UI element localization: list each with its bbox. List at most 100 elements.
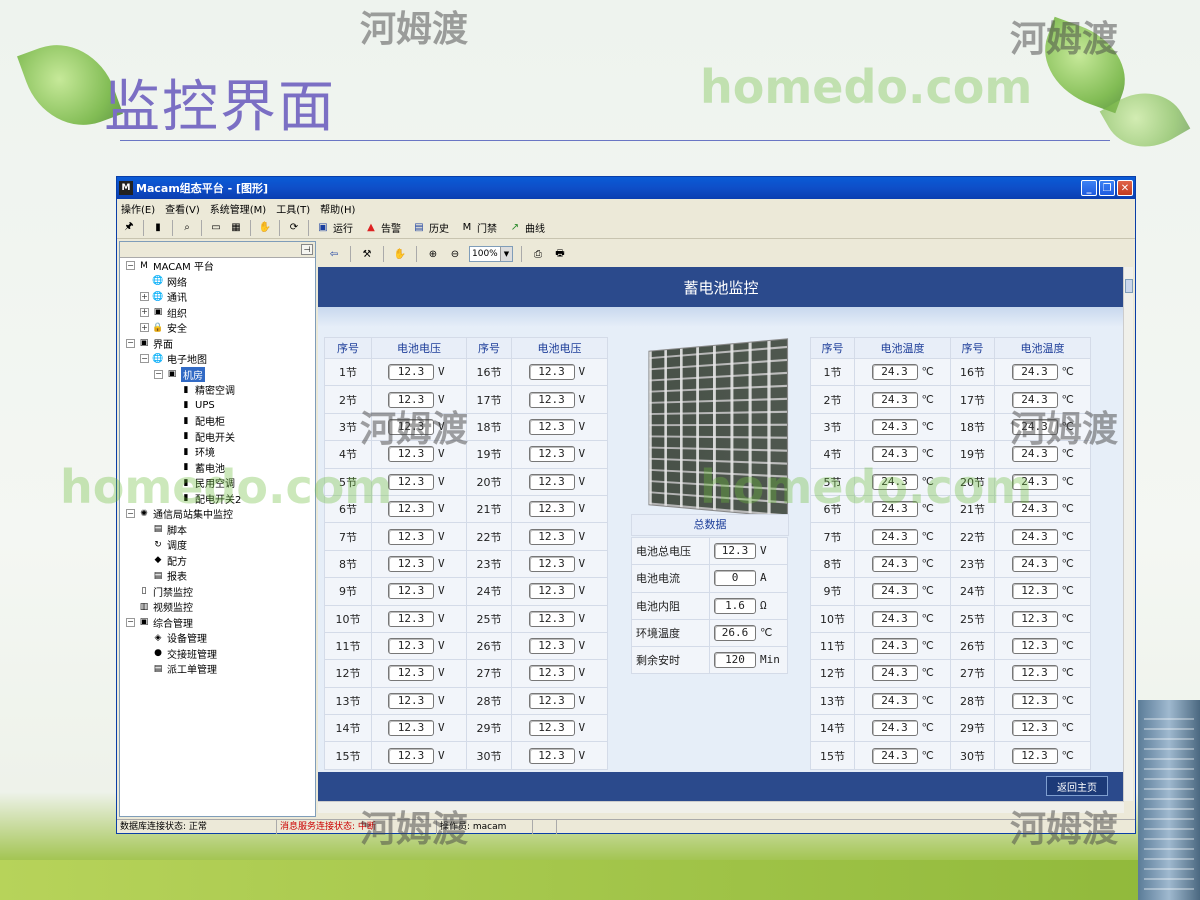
tree-item[interactable]: ◈ 设备管理 [120, 630, 315, 646]
pan-hand-icon[interactable]: ✋ [392, 246, 408, 262]
close-button[interactable]: ✕ [1117, 180, 1133, 196]
tree-item[interactable]: − ▣ 机房 [120, 366, 315, 383]
tree-item[interactable]: − 🌐 电子地图 [120, 351, 315, 367]
history-button[interactable]: ▤ 历史 [411, 220, 449, 236]
tree-expander-icon[interactable]: − [154, 369, 163, 379]
tree-item[interactable]: − ▣ 综合管理 [120, 615, 315, 631]
tree-expander-icon [168, 385, 177, 394]
tree-node-icon: M [140, 260, 148, 271]
tree-expander-icon[interactable]: + [140, 307, 149, 317]
value-display: 24.3 [871, 418, 918, 435]
tree-expander-icon[interactable]: + [140, 292, 149, 302]
menu-operate[interactable]: 操作(E) [121, 201, 155, 216]
back-arrow-icon[interactable]: ⇦ [326, 246, 342, 262]
cell-value: 12.3 ℃ [994, 577, 1091, 606]
tree-expander-icon[interactable]: − [126, 617, 135, 627]
cell-number: 9节 [810, 577, 855, 606]
tree-expander-icon[interactable]: + [140, 323, 149, 333]
tree-item[interactable]: + ▣ 组织 [120, 305, 315, 321]
tools-icon[interactable]: ⚒ [359, 246, 375, 262]
tree-item[interactable]: − M MACAM 平台 [120, 258, 315, 274]
tree-node-icon: ▮ [183, 462, 189, 473]
search-icon[interactable]: ⌕ [179, 220, 195, 236]
tree-item[interactable]: ◆ 配方 [120, 553, 315, 569]
window-icon[interactable]: ▭ [208, 220, 224, 236]
unit-label: V [578, 419, 586, 433]
tree-item[interactable]: + 🔒 安全 [120, 320, 315, 336]
cell-number: 22节 [466, 522, 512, 551]
horizontal-scrollbar[interactable] [318, 801, 1124, 813]
tree-node-icon: ✺ [140, 508, 148, 519]
unit-label: V [438, 666, 445, 680]
tree-item[interactable]: ▮ 蓄电池 [120, 460, 315, 476]
tree-item[interactable]: ▯ 门禁监控 [120, 584, 315, 600]
tree-item[interactable]: 🌐 网络 [120, 274, 315, 290]
tree-item[interactable]: ▤ 脚本 [120, 522, 315, 538]
unit-label: V [578, 721, 586, 735]
tree-item[interactable]: − ▣ 界面 [120, 336, 315, 352]
value-display: 12.3 [388, 583, 434, 600]
run-button[interactable]: ▣ 运行 [315, 220, 353, 236]
tree-item[interactable]: ▮ 民用空调 [120, 475, 315, 491]
table-row: 13节 24.3 ℃ 28节 12.3 ℃ [810, 686, 1091, 716]
cell-value: 24.3 ℃ [854, 467, 951, 496]
tree-item[interactable]: ▮ 配电开关2 [120, 491, 315, 507]
unit-label: ℃ [921, 584, 934, 598]
tree-item[interactable]: − ✺ 通信局站集中监控 [120, 506, 315, 522]
menu-view[interactable]: 查看(V) [165, 201, 200, 216]
minimize-button[interactable]: _ [1081, 180, 1097, 196]
menu-system[interactable]: 系统管理(M) [210, 201, 266, 216]
vertical-scrollbar[interactable] [1123, 267, 1133, 801]
tree-item[interactable]: + 🌐 通讯 [120, 289, 315, 305]
tree-item[interactable]: ● 交接班管理 [120, 646, 315, 662]
tree-expander-icon[interactable]: − [126, 261, 135, 271]
summary-value-cell: 0A [709, 564, 788, 593]
tree-expander-icon[interactable]: − [140, 354, 149, 364]
tree-expander-icon[interactable]: − [126, 338, 135, 348]
menu-help[interactable]: 帮助(H) [320, 201, 355, 216]
tree-item[interactable]: ▤ 派工单管理 [120, 661, 315, 677]
zoom-out-icon[interactable]: ⊖ [447, 246, 463, 262]
unit-label: ℃ [921, 502, 934, 516]
pin-panel-icon[interactable]: ⊣ [301, 244, 313, 255]
tree-item[interactable]: ▮ 配电柜 [120, 413, 315, 429]
tree-expander-icon [168, 463, 177, 472]
table-row: 4节 24.3 ℃ 19节 24.3 ℃ [810, 440, 1091, 469]
tree-item[interactable]: ▤ 报表 [120, 568, 315, 584]
cell-number: 12节 [324, 659, 372, 688]
tree-item[interactable]: ▮ 环境 [120, 444, 315, 460]
pin-icon[interactable]: 🖈 [121, 220, 137, 236]
cell-number: 14节 [810, 714, 855, 743]
return-home-button[interactable]: 返回主页 [1046, 776, 1108, 796]
cell-value: 24.3 ℃ [854, 412, 951, 442]
tree-item[interactable]: ↻ 调度 [120, 537, 315, 553]
value-display: 12.3 [388, 747, 434, 764]
refresh-icon[interactable]: ⟳ [286, 220, 302, 236]
zoom-select[interactable]: 100% ▼ [469, 246, 513, 262]
tree-item[interactable]: ▮ UPS [120, 398, 315, 414]
menu-tools[interactable]: 工具(T) [276, 201, 310, 216]
tree-item[interactable]: ▥ 视频监控 [120, 599, 315, 615]
door-access-button[interactable]: M 门禁 [459, 220, 497, 236]
hand-icon[interactable]: ✋ [257, 220, 273, 236]
book-icon[interactable]: ▮ [150, 220, 166, 236]
cell-number: 26节 [466, 631, 512, 661]
alarm-button[interactable]: ▲ 告警 [363, 220, 401, 236]
tree-expander-icon[interactable]: − [126, 509, 135, 519]
cell-number: 6节 [810, 494, 855, 524]
print-icon[interactable]: 🖶 [552, 246, 568, 262]
building-image [1138, 700, 1200, 900]
toolbar-separator [172, 219, 173, 236]
tree-item[interactable]: ▮ 精密空调 [120, 382, 315, 398]
curve-button[interactable]: ↗ 曲线 [507, 220, 545, 236]
scroll-thumb[interactable] [1125, 279, 1133, 293]
table-row: 7节 24.3 ℃ 22节 24.3 ℃ [810, 522, 1091, 551]
window-titlebar: M Macam组态平台 - [图形] _ ❐ ✕ [117, 177, 1135, 199]
zoom-in-icon[interactable]: ⊕ [425, 246, 441, 262]
cell-number: 7节 [810, 522, 855, 551]
tree-item[interactable]: ▮ 配电开关 [120, 429, 315, 445]
export-icon[interactable]: ⎙ [530, 246, 546, 262]
maximize-button[interactable]: ❐ [1099, 180, 1115, 196]
tree-node-icon: ▮ [183, 446, 189, 457]
grid-icon[interactable]: ▦ [228, 220, 244, 236]
